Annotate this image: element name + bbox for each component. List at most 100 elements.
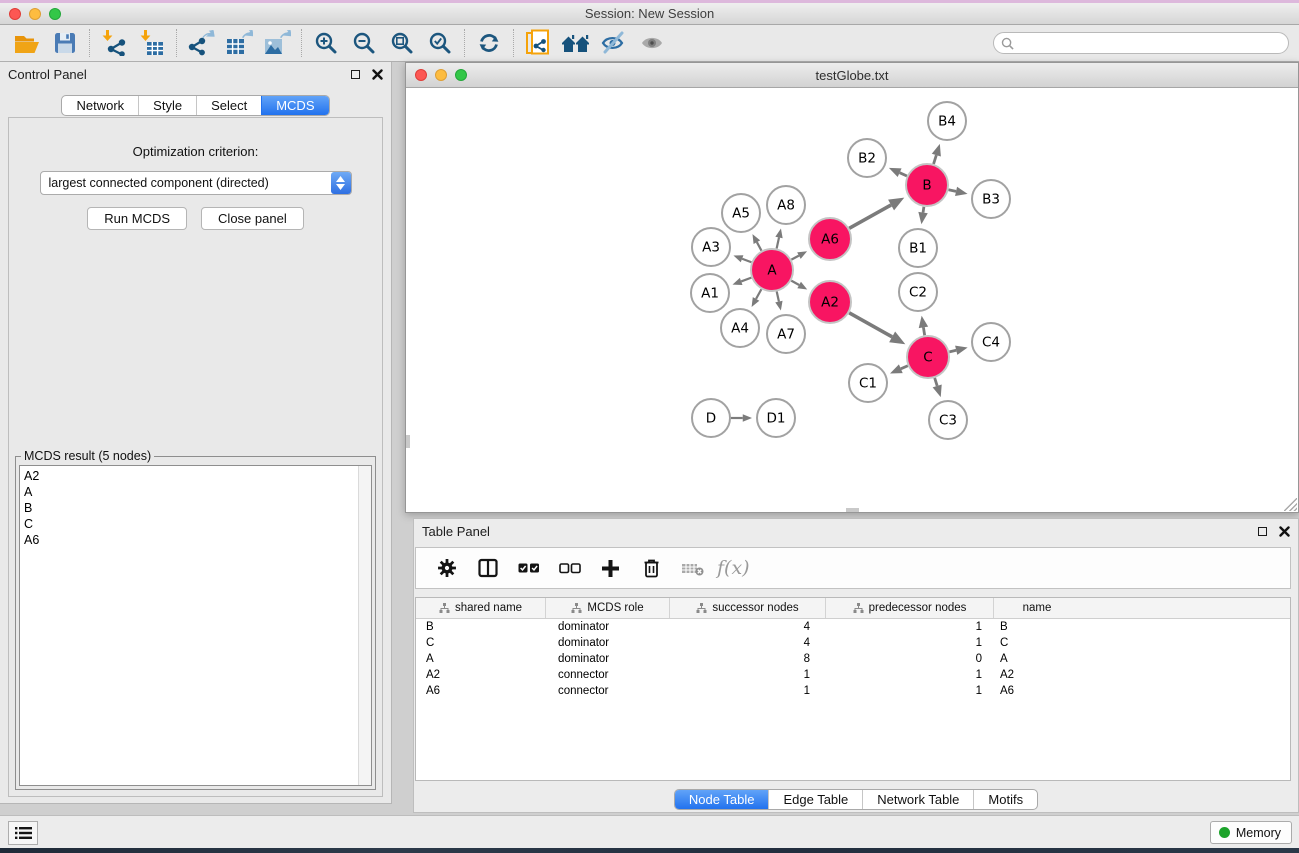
zoom-network-button[interactable] <box>455 69 467 81</box>
save-session-button[interactable] <box>46 27 84 59</box>
graph-edge-A-A1[interactable] <box>741 278 751 282</box>
first-neighbors-button[interactable] <box>557 27 595 59</box>
mcds-result-list[interactable]: A2ABCA6 <box>19 465 372 786</box>
refresh-button[interactable] <box>470 27 508 59</box>
delete-column-button[interactable] <box>633 552 670 584</box>
table-row[interactable]: Adominator80A <box>416 651 1290 667</box>
tab-select[interactable]: Select <box>196 96 261 115</box>
export-image-button[interactable] <box>258 27 296 59</box>
graph-edge-C-C2[interactable] <box>923 327 924 335</box>
close-panel-button[interactable]: Close panel <box>201 207 304 230</box>
table-cell[interactable]: B <box>994 621 1080 633</box>
column-header-successor-nodes[interactable]: successor nodes <box>670 598 826 618</box>
table-cell[interactable]: B <box>416 621 546 633</box>
table-cell[interactable]: A <box>416 653 546 665</box>
column-header-name[interactable]: name <box>994 598 1080 618</box>
table-row[interactable]: A6connector11A6 <box>416 683 1290 699</box>
deselect-all-button[interactable] <box>551 552 588 584</box>
graph-edge-C-C4[interactable] <box>949 350 956 352</box>
close-panel-icon[interactable] <box>372 69 383 80</box>
mcds-result-item[interactable]: B <box>20 500 371 516</box>
table-cell[interactable]: A2 <box>994 669 1080 681</box>
graph-edge-A-A4[interactable] <box>756 289 761 299</box>
show-all-button[interactable] <box>633 27 671 59</box>
close-network-button[interactable] <box>415 69 427 81</box>
import-table-button[interactable] <box>133 27 171 59</box>
float-panel-icon[interactable] <box>351 70 360 79</box>
table-cell[interactable]: 1 <box>826 669 994 681</box>
table-cell[interactable]: C <box>416 637 546 649</box>
graph-edge-B-B3[interactable] <box>948 190 956 192</box>
tab-network[interactable]: Network <box>62 96 138 115</box>
graph-edge-A-A8[interactable] <box>777 237 779 248</box>
table-cell[interactable]: dominator <box>546 621 670 633</box>
zoom-in-button[interactable] <box>307 27 345 59</box>
memory-button[interactable]: Memory <box>1210 821 1292 844</box>
graph-edge-A-A6[interactable] <box>791 256 799 260</box>
graph-edge-A6-B[interactable] <box>849 205 891 228</box>
table-cell[interactable]: 1 <box>826 637 994 649</box>
column-header-mcds-role[interactable]: MCDS role <box>546 598 670 618</box>
zoom-window-button[interactable] <box>49 8 61 20</box>
close-window-button[interactable] <box>9 8 21 20</box>
close-table-panel-icon[interactable] <box>1279 526 1290 537</box>
mcds-result-item[interactable]: C <box>20 516 371 532</box>
table-cell[interactable]: 4 <box>670 621 826 633</box>
graph-edge-C-C1[interactable] <box>901 366 908 369</box>
table-cell[interactable]: A2 <box>416 669 546 681</box>
graph-edge-A-A2[interactable] <box>791 281 799 285</box>
select-all-button[interactable] <box>510 552 547 584</box>
table-row[interactable]: Cdominator41C <box>416 635 1290 651</box>
tab-style[interactable]: Style <box>138 96 196 115</box>
zoom-fit-button[interactable] <box>383 27 421 59</box>
tab-edge-table[interactable]: Edge Table <box>768 790 862 809</box>
import-network-button[interactable] <box>95 27 133 59</box>
node-table[interactable]: shared nameMCDS rolesuccessor nodesprede… <box>415 597 1291 781</box>
resize-grip-icon[interactable] <box>1284 498 1297 511</box>
minimize-network-button[interactable] <box>435 69 447 81</box>
tab-node-table[interactable]: Node Table <box>675 790 769 809</box>
table-cell[interactable]: 1 <box>670 685 826 697</box>
graph-edge-A2-C[interactable] <box>849 313 892 337</box>
criterion-dropdown[interactable]: largest connected component (directed) <box>40 171 352 195</box>
table-row[interactable]: A2connector11A2 <box>416 667 1290 683</box>
tab-motifs[interactable]: Motifs <box>973 790 1037 809</box>
network-canvas[interactable]: B4B2BB3A8A5A6A3B1AC2A1A2A4A7C4CC1DD1C3 <box>406 89 1298 512</box>
task-history-button[interactable] <box>8 821 38 845</box>
column-header-predecessor-nodes[interactable]: predecessor nodes <box>826 598 994 618</box>
export-table-button[interactable] <box>220 27 258 59</box>
new-network-from-selection-button[interactable] <box>519 27 557 59</box>
graph-edge-B-B4[interactable] <box>934 155 937 164</box>
zoom-selected-button[interactable] <box>421 27 459 59</box>
network-graph[interactable]: B4B2BB3A8A5A6A3B1AC2A1A2A4A7C4CC1DD1C3 <box>406 89 1298 512</box>
function-builder-button[interactable]: f(x) <box>717 557 750 579</box>
table-cell[interactable]: A <box>994 653 1080 665</box>
delete-table-button[interactable] <box>674 552 711 584</box>
table-cell[interactable]: connector <box>546 685 670 697</box>
run-mcds-button[interactable]: Run MCDS <box>87 207 187 230</box>
search-box[interactable] <box>993 32 1289 54</box>
table-cell[interactable]: 4 <box>670 637 826 649</box>
table-cell[interactable]: connector <box>546 669 670 681</box>
table-cell[interactable]: 0 <box>826 653 994 665</box>
open-file-button[interactable] <box>8 27 46 59</box>
mcds-result-item[interactable]: A2 <box>20 468 371 484</box>
table-cell[interactable]: A6 <box>994 685 1080 697</box>
table-cell[interactable]: 1 <box>826 685 994 697</box>
table-cell[interactable]: A6 <box>416 685 546 697</box>
search-input[interactable] <box>1014 36 1288 50</box>
list-scrollbar[interactable] <box>358 466 371 785</box>
table-row[interactable]: Bdominator41B <box>416 619 1290 635</box>
table-cell[interactable]: dominator <box>546 637 670 649</box>
mcds-result-item[interactable]: A <box>20 484 371 500</box>
table-cell[interactable]: 1 <box>826 621 994 633</box>
table-settings-button[interactable] <box>428 552 465 584</box>
export-network-button[interactable] <box>182 27 220 59</box>
graph-edge-B-B1[interactable] <box>923 207 924 213</box>
column-manager-button[interactable] <box>469 552 506 584</box>
tab-mcds[interactable]: MCDS <box>261 96 328 115</box>
column-header-shared-name[interactable]: shared name <box>416 598 546 618</box>
table-cell[interactable]: C <box>994 637 1080 649</box>
graph-edge-A-A3[interactable] <box>742 259 751 263</box>
tab-network-table[interactable]: Network Table <box>862 790 973 809</box>
